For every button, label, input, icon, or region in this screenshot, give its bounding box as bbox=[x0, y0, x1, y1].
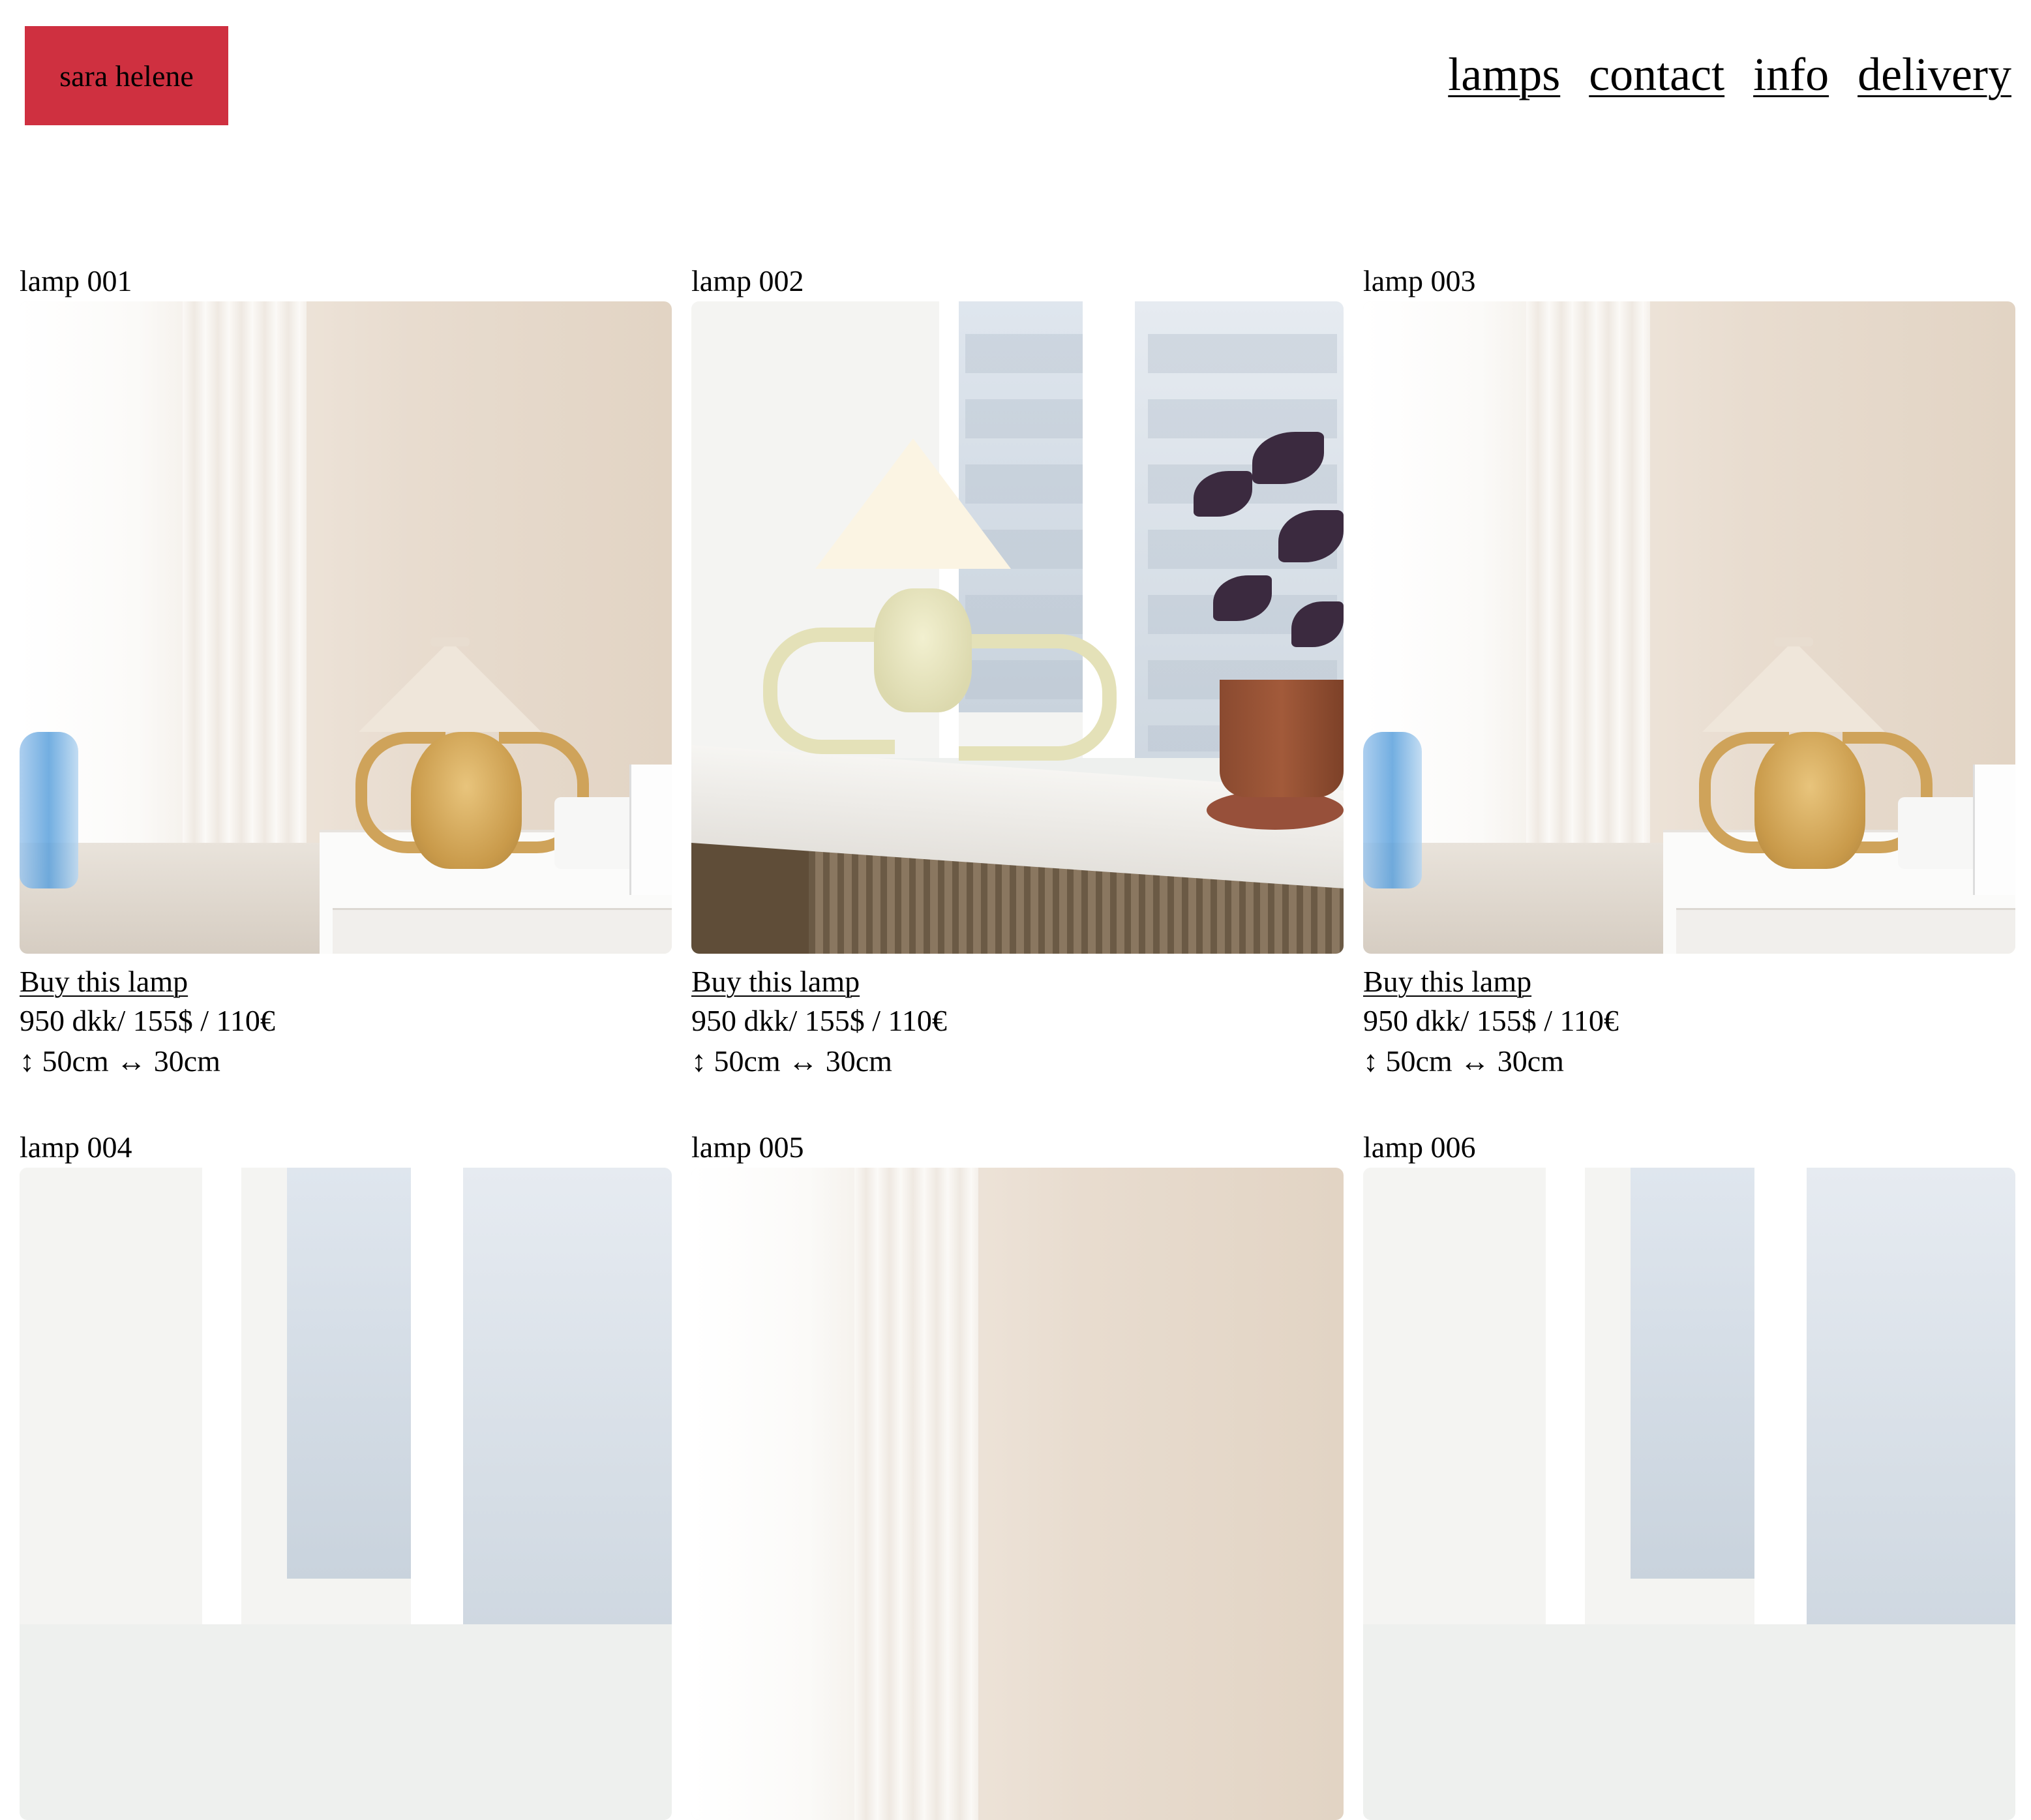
product-price: 950 dkk/ 155$ / 110€ bbox=[20, 1004, 275, 1037]
nav-info[interactable]: info bbox=[1753, 51, 1829, 98]
product-title: lamp 003 bbox=[1363, 264, 1476, 297]
brand-logo[interactable]: sara helene bbox=[25, 26, 228, 125]
buy-lamp-link[interactable]: Buy this lamp bbox=[20, 963, 188, 1001]
product-dimensions: ↕ 50cm ↔ 30cm bbox=[20, 1044, 220, 1078]
product-title: lamp 004 bbox=[20, 1130, 132, 1164]
product-price: 950 dkk/ 155$ / 110€ bbox=[1363, 1004, 1619, 1037]
product-card: lamp 006 bbox=[1363, 1127, 2015, 1820]
product-title: lamp 001 bbox=[20, 264, 132, 297]
nav-lamps[interactable]: lamps bbox=[1448, 51, 1560, 98]
product-dimensions: ↕ 50cm ↔ 30cm bbox=[691, 1044, 892, 1078]
product-dimensions: ↕ 50cm ↔ 30cm bbox=[1363, 1044, 1564, 1078]
main-nav: lamps contact info delivery bbox=[1448, 51, 2011, 98]
product-photo[interactable] bbox=[20, 301, 672, 954]
product-photo[interactable] bbox=[1363, 1168, 2015, 1820]
product-card: lamp 005 bbox=[691, 1127, 1344, 1820]
product-photo[interactable] bbox=[20, 1168, 672, 1820]
product-price: 950 dkk/ 155$ / 110€ bbox=[691, 1004, 947, 1037]
product-card: lamp 003 Buy this lamp 950 dkk/ 155$ / 1… bbox=[1363, 261, 2015, 1082]
product-photo[interactable] bbox=[691, 301, 1344, 954]
nav-delivery[interactable]: delivery bbox=[1858, 51, 2011, 98]
product-grid: lamp 001 Buy this lamp 950 dkk/ 155$ / 1… bbox=[20, 261, 2015, 1820]
product-card: lamp 001 Buy this lamp 950 dkk/ 155$ / 1… bbox=[20, 261, 672, 1082]
product-photo[interactable] bbox=[1363, 301, 2015, 954]
buy-lamp-link[interactable]: Buy this lamp bbox=[691, 963, 860, 1001]
product-photo[interactable] bbox=[691, 1168, 1344, 1820]
product-card: lamp 004 bbox=[20, 1127, 672, 1820]
nav-contact[interactable]: contact bbox=[1589, 51, 1724, 98]
product-title: lamp 005 bbox=[691, 1130, 804, 1164]
product-title: lamp 002 bbox=[691, 264, 804, 297]
buy-lamp-link[interactable]: Buy this lamp bbox=[1363, 963, 1531, 1001]
product-title: lamp 006 bbox=[1363, 1130, 1476, 1164]
product-card: lamp 002 Buy this lamp 950 dkk/ 155$ / 1… bbox=[691, 261, 1344, 1082]
